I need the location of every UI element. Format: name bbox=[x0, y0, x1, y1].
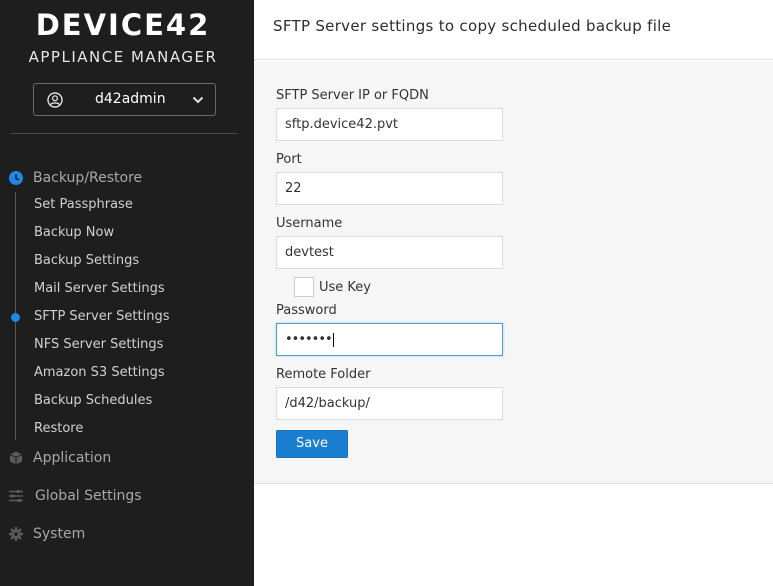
user-circle-icon bbox=[47, 92, 63, 108]
sidebar-item-restore[interactable]: Restore bbox=[34, 421, 83, 436]
sidebar-item-mail-server-settings[interactable]: Mail Server Settings bbox=[34, 281, 165, 296]
port-input[interactable]: 22 bbox=[276, 172, 503, 205]
appliance-manager-subtitle: APPLIANCE MANAGER bbox=[28, 48, 218, 66]
username-input[interactable]: devtest bbox=[276, 236, 503, 269]
sidebar-item-backup-now[interactable]: Backup Now bbox=[34, 225, 114, 240]
use-key-checkbox[interactable] bbox=[294, 277, 314, 297]
sidebar: DEVICE42 APPLIANCE MANAGER d42admin Back… bbox=[0, 0, 254, 586]
main-content: SFTP Server settings to copy scheduled b… bbox=[254, 0, 773, 586]
nav-label-application: Application bbox=[33, 450, 112, 466]
nav-system[interactable]: System bbox=[0, 522, 254, 546]
device42-logo: DEVICE42 bbox=[35, 8, 211, 42]
clock-icon bbox=[9, 171, 23, 185]
chevron-down-icon bbox=[192, 96, 204, 104]
remote-folder-label: Remote Folder bbox=[276, 367, 371, 382]
sidebar-item-backup-settings[interactable]: Backup Settings bbox=[34, 253, 139, 268]
sidebar-item-backup-schedules[interactable]: Backup Schedules bbox=[34, 393, 152, 408]
use-key-label: Use Key bbox=[319, 280, 371, 295]
nav-label-backup-restore: Backup/Restore bbox=[33, 170, 143, 186]
sftp-settings-form: SFTP Server IP or FQDN sftp.device42.pvt… bbox=[254, 61, 773, 484]
port-label: Port bbox=[276, 152, 302, 167]
save-button[interactable]: Save bbox=[276, 430, 348, 458]
sidebar-item-sftp-server-settings[interactable]: SFTP Server Settings bbox=[34, 309, 170, 324]
sidebar-item-set-passphrase[interactable]: Set Passphrase bbox=[34, 197, 133, 212]
password-value: ••••••• bbox=[285, 332, 333, 347]
sliders-icon bbox=[9, 490, 23, 502]
nav-label-global-settings: Global Settings bbox=[35, 488, 142, 504]
server-label: SFTP Server IP or FQDN bbox=[276, 88, 429, 103]
active-item-dot bbox=[11, 313, 20, 322]
nav-application[interactable]: Application bbox=[0, 446, 254, 470]
text-caret bbox=[332, 332, 334, 347]
gear-icon bbox=[9, 527, 23, 541]
user-dropdown[interactable]: d42admin bbox=[33, 83, 216, 116]
password-input[interactable]: ••••••• bbox=[276, 323, 503, 356]
remote-folder-input[interactable]: /d42/backup/ bbox=[276, 387, 503, 420]
sidebar-item-amazon-s3-settings[interactable]: Amazon S3 Settings bbox=[34, 365, 165, 380]
page-title: SFTP Server settings to copy scheduled b… bbox=[273, 17, 672, 35]
nav-label-system: System bbox=[33, 526, 86, 542]
page-header: SFTP Server settings to copy scheduled b… bbox=[254, 0, 773, 60]
username-label: Username bbox=[276, 216, 343, 231]
server-input[interactable]: sftp.device42.pvt bbox=[276, 108, 503, 141]
nav-backup-restore[interactable]: Backup/Restore bbox=[0, 166, 254, 190]
username-label: d42admin bbox=[95, 91, 166, 107]
sidebar-item-nfs-server-settings[interactable]: NFS Server Settings bbox=[34, 337, 163, 352]
password-label: Password bbox=[276, 303, 337, 318]
nav-global-settings[interactable]: Global Settings bbox=[0, 484, 254, 508]
sidebar-divider bbox=[10, 133, 238, 134]
cube-icon bbox=[9, 451, 23, 465]
